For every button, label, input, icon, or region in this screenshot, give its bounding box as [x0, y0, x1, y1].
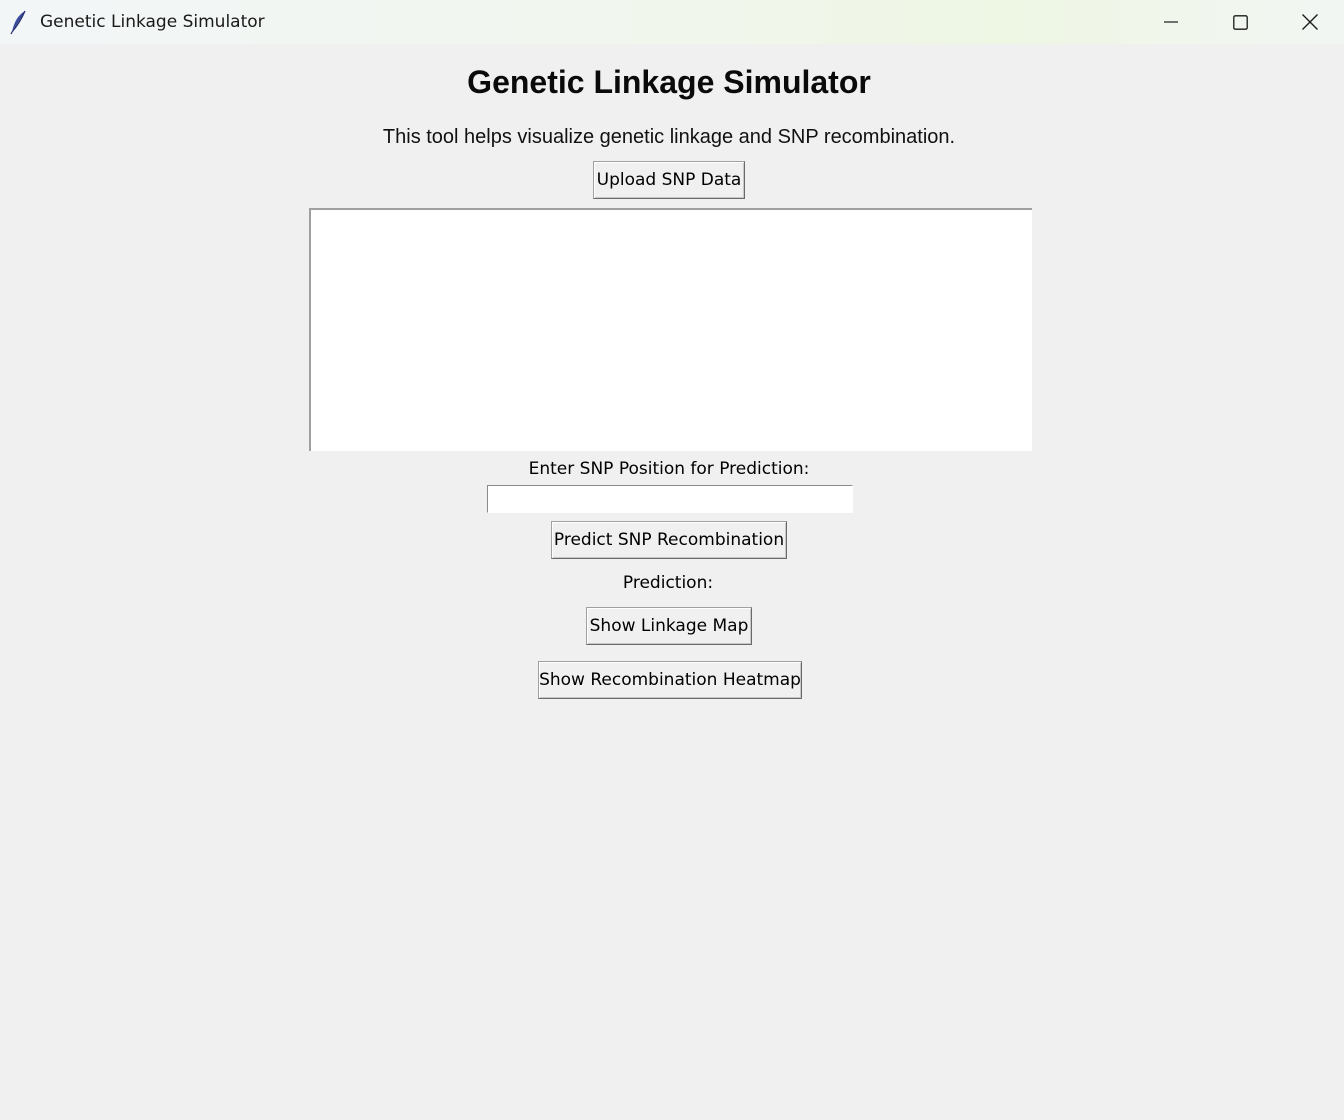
close-button[interactable] — [1275, 0, 1344, 44]
description-text: This tool helps visualize genetic linkag… — [382, 126, 956, 148]
snp-data-text-area[interactable] — [309, 208, 1032, 451]
window-title: Genetic Linkage Simulator — [40, 12, 265, 32]
snp-position-input[interactable] — [487, 485, 853, 513]
page-title: Genetic Linkage Simulator — [467, 64, 871, 100]
maximize-button[interactable] — [1205, 0, 1275, 44]
snp-position-label: Enter SNP Position for Prediction: — [528, 459, 810, 479]
upload-snp-data-button[interactable]: Upload SNP Data — [593, 161, 745, 199]
feather-icon — [9, 9, 29, 35]
minimize-icon — [1164, 15, 1178, 29]
predict-snp-recombination-button[interactable]: Predict SNP Recombination — [551, 521, 787, 559]
close-icon — [1302, 14, 1318, 30]
title-bar: Genetic Linkage Simulator — [0, 0, 1344, 44]
show-linkage-map-button[interactable]: Show Linkage Map — [586, 607, 752, 645]
prediction-label: Prediction: — [622, 573, 714, 593]
show-recombination-heatmap-button[interactable]: Show Recombination Heatmap — [538, 661, 802, 699]
minimize-button[interactable] — [1136, 0, 1206, 44]
maximize-icon — [1232, 14, 1248, 30]
